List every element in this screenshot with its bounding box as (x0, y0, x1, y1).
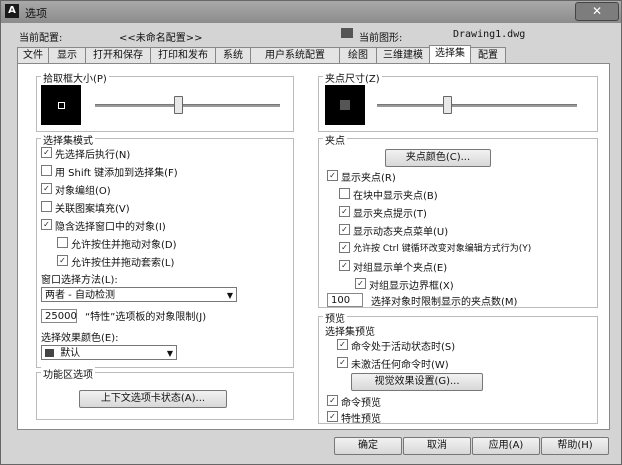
effect-color-label: 选择效果颜色(E): (41, 333, 119, 344)
mode-label-0: 先选择后执行(N) (55, 150, 131, 161)
tab-user-preferences[interactable]: 用户系统配置 (250, 47, 340, 63)
mode-label-2: 对象编组(O) (55, 186, 111, 197)
selection-modes-label: 选择集模式 (41, 132, 95, 147)
tab-system[interactable]: 系统 (215, 47, 251, 63)
grip-colors-button[interactable]: 夹点颜色(C)... (385, 149, 491, 167)
preview-extra-checkbox-1[interactable]: ✓ (327, 411, 338, 422)
apply-button[interactable]: 应用(A) (472, 437, 540, 455)
effect-color-value: 默认 (60, 348, 81, 359)
pickbox-slider-thumb[interactable] (174, 96, 184, 114)
pickbox-group: 拾取框大小(P) (36, 70, 294, 132)
ribbon-options-group: 功能区选项 上下文选项卡状态(A)... (36, 366, 294, 420)
tab-content: 拾取框大小(P) 选择集模式 ✓ 先选择后执行(N) 用 Shift 键添加到选… (17, 63, 610, 430)
tab-selection[interactable]: 选择集 (429, 45, 471, 64)
mode-checkbox-0[interactable]: ✓ (41, 147, 52, 158)
preview-checkbox-1[interactable]: ✓ (337, 357, 348, 368)
drawing-value: Drawing1.dwg (453, 29, 526, 40)
color-swatch-icon (45, 349, 54, 357)
mode-label-4: 隐含选择窗口中的对象(I) (55, 222, 166, 233)
property-preview-label: 特性预览 (341, 414, 381, 425)
window-title: 选项 (25, 7, 47, 20)
mode-checkbox-2[interactable]: ✓ (41, 183, 52, 194)
window-method-label: 窗口选择方法(L): (41, 275, 118, 286)
command-preview-label: 命令预览 (341, 398, 381, 409)
mode-checkbox-6[interactable]: ✓ (57, 255, 68, 266)
ok-button[interactable]: 确定 (334, 437, 402, 455)
grip-label-0: 显示夹点(R) (341, 173, 396, 184)
grip-checkbox-3[interactable]: ✓ (339, 224, 350, 235)
mode-label-5: 允许按住并拖动对象(D) (71, 240, 177, 251)
close-button[interactable]: ✕ (575, 2, 619, 21)
grip-label-4: 允许按 Ctrl 键循环改变对象编辑方式行为(Y) (353, 244, 532, 254)
mode-label-1: 用 Shift 键添加到选择集(F) (55, 168, 178, 179)
pickbox-slider-track (95, 104, 280, 107)
profile-label: 当前配置: (19, 33, 63, 44)
chevron-down-icon: ▼ (166, 349, 173, 358)
grip-checkbox-0[interactable]: ✓ (327, 170, 338, 181)
grip-label-1: 在块中显示夹点(B) (353, 191, 438, 202)
selection-modes-group: 选择集模式 ✓ 先选择后执行(N) 用 Shift 键添加到选择集(F) ✓ 对… (36, 132, 294, 368)
preview-label-0: 命令处于活动状态时(S) (351, 342, 456, 353)
grips-group: 夹点 夹点颜色(C)... ✓ 显示夹点(R) 在块中显示夹点(B) ✓ 显示夹… (318, 132, 598, 308)
app-icon: A (5, 4, 19, 18)
tab-profiles[interactable]: 配置 (470, 47, 506, 63)
grip-label-2: 显示夹点提示(T) (353, 209, 427, 220)
grip-checkbox-6[interactable]: ✓ (355, 278, 366, 289)
properties-limit-label: “特性”选项板的对象限制(J) (85, 312, 207, 323)
grip-checkbox-1[interactable] (339, 188, 350, 199)
window-method-value: 两者 - 自动检测 (45, 290, 115, 301)
grip-checkbox-5[interactable]: ✓ (339, 260, 350, 271)
grip-size-slider-thumb[interactable] (443, 96, 452, 114)
mode-checkbox-3[interactable] (41, 201, 52, 212)
tab-open-save[interactable]: 打开和保存 (85, 47, 151, 63)
grip-label-5: 对组显示单个夹点(E) (353, 263, 448, 274)
options-dialog: A 选项 ✕ 当前配置: <<未命名配置>> 当前图形: Drawing1.dw… (0, 0, 622, 465)
tab-files[interactable]: 文件 (17, 47, 49, 63)
grip-limit-input[interactable]: 100 (327, 293, 363, 307)
grip-checkbox-2[interactable]: ✓ (339, 206, 350, 217)
chevron-down-icon: ▼ (226, 291, 233, 300)
grip-square (340, 100, 350, 110)
effect-color-dropdown[interactable]: 默认 ▼ (41, 345, 177, 360)
mode-label-3: 关联图案填充(V) (55, 204, 130, 215)
help-button[interactable]: 帮助(H) (541, 437, 609, 455)
grips-label: 夹点 (323, 132, 347, 147)
grip-size-slider-track (377, 104, 577, 107)
tab-display[interactable]: 显示 (48, 47, 86, 63)
tab-drafting[interactable]: 绘图 (339, 47, 377, 63)
drawing-label: 当前图形: (359, 33, 403, 44)
grip-limit-label: 选择对象时限制显示的夹点数(M) (371, 297, 518, 308)
cancel-button[interactable]: 取消 (403, 437, 471, 455)
tab-3d-modeling[interactable]: 三维建模 (376, 47, 430, 63)
properties-limit-input[interactable]: 25000 (41, 309, 77, 323)
mode-checkbox-5[interactable] (57, 237, 68, 248)
preview-extra-checkbox-0[interactable]: ✓ (327, 395, 338, 406)
preview-checkbox-0[interactable]: ✓ (337, 339, 348, 350)
mode-checkbox-1[interactable] (41, 165, 52, 176)
tab-plot-publish[interactable]: 打印和发布 (150, 47, 216, 63)
grip-label-3: 显示动态夹点菜单(U) (353, 227, 449, 238)
preview-group: 预览 选择集预览 ✓ 命令处于活动状态时(S) ✓ 未激活任何命令时(W) 视觉… (318, 310, 598, 425)
mode-checkbox-4[interactable]: ✓ (41, 219, 52, 230)
profile-value: <<未命名配置>> (119, 33, 203, 44)
title-bar: A 选项 ✕ (1, 1, 621, 23)
grip-label-6: 对组显示边界框(X) (369, 281, 454, 292)
selection-preview-label: 选择集预览 (325, 327, 375, 338)
visual-effect-settings-button[interactable]: 视觉效果设置(G)... (351, 373, 483, 391)
pickbox-preview (41, 85, 81, 125)
pickbox-square (58, 102, 65, 109)
pickbox-label: 拾取框大小(P) (41, 70, 109, 85)
window-method-dropdown[interactable]: 两者 - 自动检测 ▼ (41, 287, 237, 302)
grip-size-label: 夹点尺寸(Z) (323, 70, 382, 85)
contextual-tab-states-button[interactable]: 上下文选项卡状态(A)... (79, 390, 227, 408)
drawing-icon (341, 28, 353, 38)
ribbon-options-label: 功能区选项 (41, 366, 95, 381)
preview-label-1: 未激活任何命令时(W) (351, 360, 449, 371)
mode-label-6: 允许按住并拖动套索(L) (71, 258, 175, 269)
grip-checkbox-4[interactable]: ✓ (339, 242, 350, 253)
grip-size-preview (325, 85, 365, 125)
grip-size-group: 夹点尺寸(Z) (318, 70, 598, 132)
